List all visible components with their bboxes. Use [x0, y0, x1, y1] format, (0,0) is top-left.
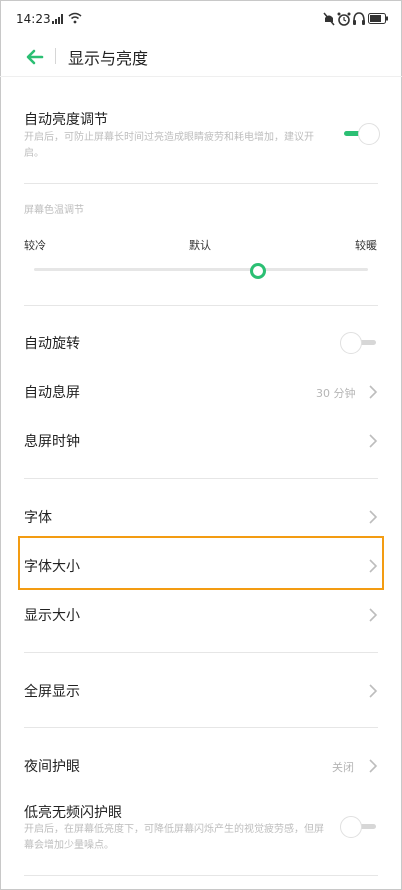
chevron-right-icon — [369, 510, 378, 524]
divider — [24, 478, 378, 479]
divider — [24, 875, 378, 876]
status-time: 14:23 — [16, 12, 51, 26]
page-title: 显示与亮度 — [68, 49, 149, 68]
auto-rotate-label: 自动旋转 — [24, 336, 80, 352]
color-temp-section-label: 屏幕色温调节 — [24, 205, 84, 216]
color-temp-cool-label: 较冷 — [24, 239, 46, 252]
full-screen-label: 全屏显示 — [24, 684, 80, 700]
chevron-right-icon — [369, 608, 378, 622]
header-separator — [0, 76, 402, 77]
auto-screen-off-value: 30 分钟 — [316, 387, 356, 400]
auto-rotate-toggle[interactable] — [340, 332, 380, 354]
font-label: 字体 — [24, 510, 52, 526]
divider — [24, 727, 378, 728]
chevron-right-icon — [369, 434, 378, 448]
chevron-right-icon — [369, 759, 378, 773]
header-divider — [55, 48, 56, 64]
wifi-icon — [68, 12, 82, 24]
back-arrow-icon[interactable] — [24, 46, 46, 68]
mute-icon — [323, 12, 335, 26]
status-bar: 14:23 — [0, 0, 402, 42]
low-flicker-toggle[interactable] — [340, 816, 380, 838]
divider — [24, 305, 378, 306]
color-temp-default-label: 默认 — [189, 239, 211, 252]
alarm-icon — [337, 12, 351, 26]
auto-brightness-description: 开启后，可防止屏幕长时间过亮造成眼睛疲劳和耗电增加，建议开启。 — [24, 132, 314, 159]
app-header: 显示与亮度 — [0, 38, 402, 76]
auto-brightness-label: 自动亮度调节 — [24, 112, 108, 128]
display-size-label: 显示大小 — [24, 608, 80, 624]
low-flicker-description: 开启后，在屏幕低亮度下，可降低屏幕闪烁产生的视觉疲劳感，但屏幕会增加少量噪点。 — [24, 824, 324, 851]
color-temp-slider-track[interactable] — [34, 268, 368, 271]
color-temp-warm-label: 较暖 — [355, 239, 377, 252]
chevron-right-icon — [369, 385, 378, 399]
auto-brightness-toggle[interactable] — [340, 123, 380, 145]
low-flicker-label: 低亮无频闪护眼 — [24, 805, 122, 821]
night-mode-value: 关闭 — [332, 761, 354, 774]
signal-icon — [52, 14, 63, 24]
screen-off-clock-label: 息屏时钟 — [24, 434, 80, 450]
battery-icon — [368, 13, 388, 24]
night-mode-label: 夜间护眼 — [24, 759, 80, 775]
chevron-right-icon — [369, 684, 378, 698]
divider — [24, 183, 378, 184]
font-size-highlight-box — [18, 536, 384, 590]
headphones-icon — [353, 12, 365, 25]
divider — [24, 652, 378, 653]
auto-screen-off-label: 自动息屏 — [24, 385, 80, 401]
color-temp-slider-thumb[interactable] — [249, 263, 266, 279]
